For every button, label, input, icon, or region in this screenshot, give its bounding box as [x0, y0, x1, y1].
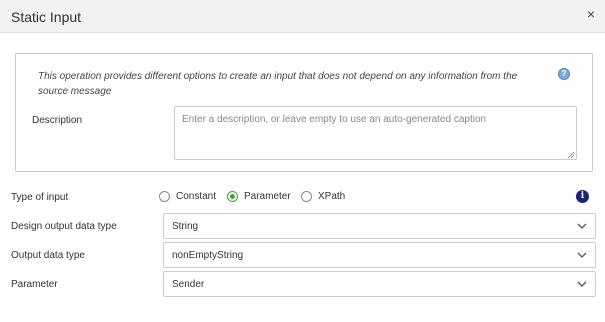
output-data-type-label: Output data type: [11, 250, 85, 261]
description-label: Description: [32, 115, 83, 126]
radio-parameter-label[interactable]: Parameter: [244, 191, 291, 202]
close-icon[interactable]: ×: [584, 7, 598, 21]
radio-parameter[interactable]: [227, 191, 238, 202]
design-output-data-type-value: String: [172, 221, 199, 232]
radio-xpath-label[interactable]: XPath: [318, 191, 345, 202]
radio-constant-label[interactable]: Constant: [176, 191, 216, 202]
info-icon[interactable]: i: [576, 190, 589, 203]
dialog-header: Static Input ×: [0, 0, 605, 33]
output-data-type-value: nonEmptyString: [172, 250, 244, 261]
parameter-label: Parameter: [11, 279, 58, 290]
output-data-type-select[interactable]: nonEmptyString: [163, 242, 596, 268]
chevron-down-icon: [577, 281, 587, 287]
parameter-select[interactable]: Sender: [163, 271, 596, 297]
design-output-data-type-label: Design output data type: [11, 221, 117, 232]
operation-info-text: This operation provides different option…: [38, 71, 518, 97]
type-of-input-label: Type of input: [11, 192, 69, 203]
description-textarea[interactable]: [174, 106, 577, 160]
radio-constant[interactable]: [159, 191, 170, 202]
help-icon[interactable]: ?: [558, 68, 570, 80]
description-panel: This operation provides different option…: [15, 53, 593, 172]
design-output-data-type-select[interactable]: String: [163, 213, 596, 239]
dialog-title: Static Input: [11, 9, 82, 25]
chevron-down-icon: [577, 252, 587, 258]
resize-grip-icon[interactable]: [567, 151, 575, 159]
radio-xpath[interactable]: [301, 191, 312, 202]
parameter-value: Sender: [172, 279, 205, 290]
chevron-down-icon: [577, 223, 587, 229]
